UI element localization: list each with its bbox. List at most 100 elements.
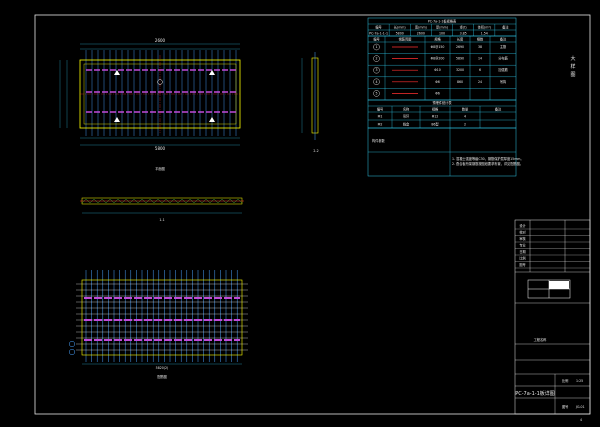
reinf-outline <box>81 279 243 356</box>
plan-view-label: 平面图 <box>155 167 165 171</box>
title-block-sheet-no: JG-01 <box>575 405 585 409</box>
section-1-1-view: 1-1 <box>80 197 244 222</box>
plan-view: 2600 5800 平面图 <box>59 38 241 171</box>
rebar-table-note: 吊钩 <box>500 79 506 84</box>
title-block-row-label: 图号 <box>519 262 525 267</box>
header-table: PC-7a-1-1板规格表 编号 PC-7a-1-1-1 长(mm) 5800 宽(mm… <box>367 17 517 37</box>
section-2-2-view: 2-2 <box>301 52 319 153</box>
embed-table-cell: 吊环 <box>403 115 409 119</box>
header-table-head: 体积(m³) <box>478 25 491 30</box>
embed-table-cell: 2 <box>464 123 466 127</box>
rebar-table-count: 14 <box>478 57 482 61</box>
page-number: 4 <box>580 418 582 422</box>
embed-table-cell: 86型 <box>431 122 439 127</box>
plan-dim-total-text: 5800 <box>155 146 166 151</box>
rebar-table-spec: Φ6 <box>435 91 440 95</box>
header-table-head: 厚(mm) <box>436 25 448 30</box>
side-mark: 大 <box>570 55 575 62</box>
embed-table-cell: M2 <box>378 123 383 127</box>
header-table-cell: 100 <box>439 32 445 36</box>
header-table-head: 编号 <box>375 25 381 30</box>
title-block-row-label: 审核 <box>519 236 526 241</box>
title-block-sheet-label: 图号 <box>562 404 568 409</box>
title-block-logo-fill <box>549 281 569 289</box>
rebar-table-len: 3200 <box>456 68 464 72</box>
rebar-table-head: 规格 <box>434 37 441 42</box>
title-block-row-label: 日期 <box>519 249 525 254</box>
rebar-table-id: 2 <box>375 57 377 61</box>
rebar-table-id: 5 <box>375 91 377 95</box>
title-block-row-label: 专业 <box>519 243 525 248</box>
rebar-table-spec: Φ8@200 <box>431 57 445 61</box>
title-block-project: 工程名称 <box>534 337 548 342</box>
header-table-cell: 2600 <box>417 32 425 36</box>
rebar-table-len: 2690 <box>456 45 464 49</box>
embed-table-head: 数量 <box>462 107 469 112</box>
plan-vertical-rebars <box>85 50 237 136</box>
header-table-head: 重(t) <box>460 25 467 30</box>
header-table-head: 宽(mm) <box>415 25 427 30</box>
lifting-point-icon <box>114 117 120 122</box>
embed-table-cell: M1 <box>378 115 383 119</box>
rebar-table-spec: Φ6 <box>435 80 440 84</box>
embed-table-head: 编号 <box>377 107 383 112</box>
header-table-cell: 5800 <box>396 32 404 36</box>
side-mark: 图 <box>570 72 575 78</box>
rebar-table-spec: Φ10 <box>434 68 441 72</box>
reinf-view-label: 配筋图 <box>157 374 167 379</box>
rebar-table-len: 5890 <box>456 57 464 61</box>
header-table-title: PC-7a-1-1板规格表 <box>428 19 457 24</box>
note-line: 2. 叠合板桁架钢筋按图纸要求布置，详见配筋图。 <box>452 161 523 166</box>
header-table-cell: 1.54 <box>481 32 488 36</box>
section-2-2-label: 2-2 <box>313 149 318 153</box>
embed-table-head: 备注 <box>495 107 502 112</box>
embed-table: 预埋件统计表 编号 名称 规格 数量 备注 M1 吊环 Φ12 4 M2 线盒 86型 2 <box>367 99 517 129</box>
rebar-callout-icon <box>68 348 76 356</box>
embed-table-head: 规格 <box>432 107 439 112</box>
rebar-table-note: 分布筋 <box>498 56 508 61</box>
reinf-dim-text: 5820(2) <box>156 366 169 370</box>
embed-table-head: 名称 <box>403 107 410 112</box>
section-1-1-label: 1-1 <box>159 218 164 222</box>
reinf-vertical-rebars <box>85 270 238 362</box>
cad-drawing: 2600 5800 平面图 2-2 1-1 5820(2) 配筋图 PC-7a-… <box>34 14 591 422</box>
rebar-table-note: 加强筋 <box>498 67 508 72</box>
rebar-table-id: 1 <box>375 45 377 49</box>
rebar-table-head: 长度 <box>457 37 464 42</box>
embed-table-cell: 4 <box>464 115 466 119</box>
notes-title: 构件参数 <box>372 138 386 143</box>
rebar-table-id: 3 <box>375 68 377 72</box>
side-mark: 样 <box>570 63 575 70</box>
rebar-callout-icon <box>68 340 76 348</box>
plan-dim-top-text: 2600 <box>155 38 166 43</box>
header-table-head: 备注 <box>502 25 509 30</box>
title-block-row-label: 校对 <box>519 230 526 235</box>
rebar-table-spec: Φ8@150 <box>431 45 445 49</box>
rebar-table-head: 钢筋简图 <box>399 37 412 42</box>
rebar-table-head: 备注 <box>500 37 507 42</box>
rebar-table-head: 根数 <box>477 37 484 42</box>
title-block: 设计校对审核专业日期比例图号 工程名称 比例 1:25 PC-7a-1-1板详图… <box>514 219 591 415</box>
embed-table-cell: 线盒 <box>403 122 410 127</box>
rebar-table-head: 编号 <box>373 37 379 42</box>
rebar-table: 编号 钢筋简图 规格 长度 根数 备注 1 Φ8@150 2690 38 主筋 2 Φ8@200 5890… <box>367 35 517 101</box>
rebar-table-len: 860 <box>457 80 463 84</box>
lifting-point-icon <box>209 117 215 122</box>
rebar-table-count: 6 <box>479 68 481 72</box>
title-block-scale-label: 比例 <box>562 378 568 383</box>
rebar-table-note: 主筋 <box>500 44 506 49</box>
header-table-cell: PC-7a-1-1-1 <box>369 32 388 36</box>
rebar-table-count: 24 <box>478 80 482 84</box>
title-block-drawing-no: PC-7a-1-1板详图 <box>515 390 555 397</box>
reinforcement-plan-view: 5820(2) 配筋图 <box>68 270 248 379</box>
rebar-table-id: 4 <box>375 80 377 84</box>
title-block-row-label: 比例 <box>519 256 525 261</box>
header-table-head: 长(mm) <box>394 25 406 30</box>
header-table-cell: 3.85 <box>460 32 467 36</box>
embed-table-title: 预埋件统计表 <box>432 100 452 105</box>
rebar-table-count: 38 <box>478 45 482 49</box>
embed-table-cell: Φ12 <box>432 115 439 119</box>
note-line: 1. 混凝土强度等级C30，钢筋保护层厚度15mm。 <box>452 156 524 161</box>
title-block-scale: 1:25 <box>576 379 583 383</box>
notes-table: 构件参数 1. 混凝土强度等级C30，钢筋保护层厚度15mm。 2. 叠合板桁架… <box>367 127 524 177</box>
